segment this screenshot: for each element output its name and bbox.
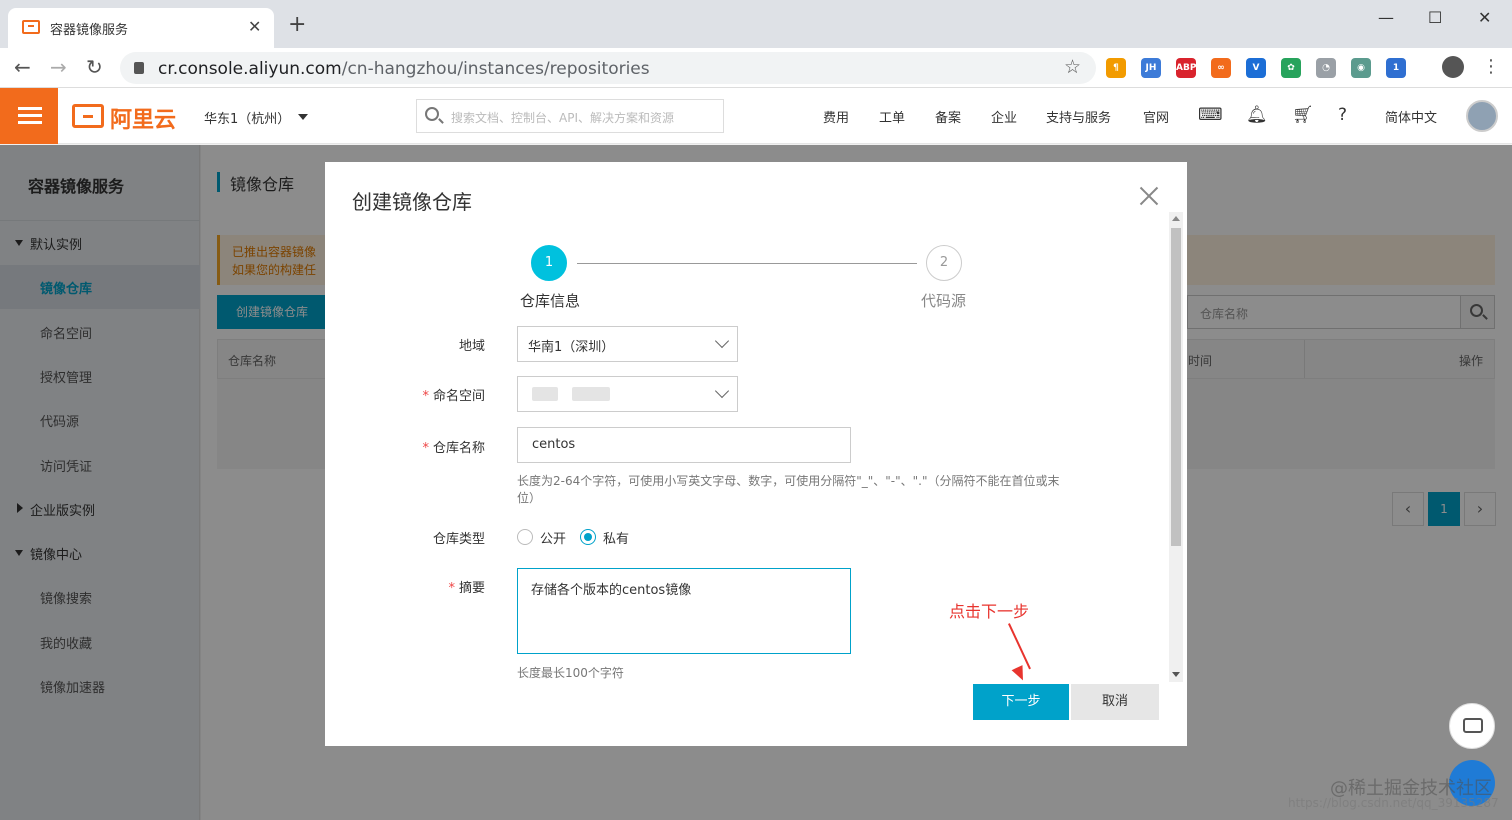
step-2-label: 代码源	[921, 292, 967, 310]
aliyun-logo-mark-icon	[72, 104, 104, 128]
step-connector	[577, 263, 917, 264]
summary-textarea[interactable]: 存储各个版本的centos镜像	[517, 568, 851, 654]
search-icon	[425, 107, 439, 121]
jh-ext-icon[interactable]: JH	[1141, 58, 1161, 78]
repo-type-label: 仓库类型	[432, 532, 485, 547]
region-selector[interactable]: 华东1（杭州）	[204, 108, 290, 127]
watermark-url: https://blog.csdn.net/qq_39135287	[1288, 796, 1499, 810]
chevron-down-icon	[714, 383, 730, 399]
annotation-arrow-head-icon	[1011, 665, 1029, 683]
terminal-icon[interactable]: ⌨	[1198, 105, 1223, 125]
owl-ext-icon[interactable]: ◉	[1351, 58, 1371, 78]
new-tab-icon[interactable]: +	[288, 14, 306, 36]
nav-tickets[interactable]: 工单	[879, 107, 905, 126]
aliyun-favicon-icon	[22, 20, 40, 34]
minimize-icon[interactable]: —	[1378, 8, 1394, 27]
tab-title: 容器镜像服务	[50, 23, 129, 38]
chat-button[interactable]	[1449, 703, 1495, 749]
nav-filing[interactable]: 备案	[935, 107, 961, 126]
step-1-indicator: 1	[531, 245, 567, 281]
badge-ext-icon[interactable]: 1	[1386, 58, 1406, 78]
create-repo-dialog: 创建镜像仓库 1 2 仓库信息 代码源 地域 华南1（深圳） * 命名空间 * 仓库…	[325, 162, 1187, 746]
language-selector[interactable]: 简体中文	[1385, 107, 1437, 126]
click-next-annotation: 点击下一步	[949, 602, 1030, 621]
forward-icon[interactable]: →	[50, 56, 67, 78]
next-step-button[interactable]: 下一步	[973, 684, 1069, 720]
region-label: 地域	[458, 339, 485, 354]
avatar[interactable]	[1466, 100, 1498, 132]
redacted-value	[532, 387, 558, 401]
cancel-button[interactable]: 取消	[1071, 684, 1159, 720]
redacted-value	[572, 387, 610, 401]
nav-official-site[interactable]: 官网	[1143, 107, 1169, 126]
radio-public[interactable]	[517, 529, 533, 545]
nav-enterprise[interactable]: 企业	[991, 107, 1017, 126]
scroll-down-icon[interactable]	[1172, 672, 1180, 677]
browser-tab-bar: 容器镜像服务 ✕ + — ☐ ✕	[0, 0, 1512, 48]
dialog-scrollbar[interactable]	[1169, 212, 1183, 682]
global-search-input[interactable]: 搜索文档、控制台、API、解决方案和资源	[416, 99, 724, 133]
repo-name-label: * 仓库名称	[422, 441, 485, 456]
step-1-label: 仓库信息	[520, 292, 581, 310]
nav-support[interactable]: 支持与服务	[1046, 107, 1111, 126]
chat-icon	[1463, 718, 1483, 733]
annotation-arrow	[1008, 623, 1031, 670]
bookmark-star-icon[interactable]: ☆	[1064, 56, 1081, 78]
bell-icon[interactable]: 🔔︎	[1246, 105, 1268, 125]
tab-close-icon[interactable]: ✕	[248, 17, 261, 36]
reload-icon[interactable]: ↻	[86, 56, 103, 78]
cart-icon[interactable]: 🛒︎	[1292, 105, 1314, 125]
namespace-label: * 命名空间	[422, 389, 485, 404]
console-header: 阿里云 华东1（杭州） 搜索文档、控制台、API、解决方案和资源 费用 工单 备…	[0, 88, 1512, 144]
region-caret-icon[interactable]	[298, 114, 308, 120]
paragraph-ext-icon[interactable]: ¶	[1106, 58, 1126, 78]
v-ext-icon[interactable]: V	[1246, 58, 1266, 78]
help-icon[interactable]: ?	[1338, 105, 1347, 125]
hamburger-menu-icon[interactable]	[0, 88, 58, 144]
namespace-select[interactable]	[517, 376, 738, 412]
browser-menu-icon[interactable]: ⋮	[1482, 56, 1500, 77]
dialog-close-icon[interactable]	[1137, 184, 1161, 208]
region-select[interactable]: 华南1（深圳）	[517, 326, 738, 362]
chevron-down-icon	[714, 333, 730, 349]
green-ext-icon[interactable]: ✿	[1281, 58, 1301, 78]
maximize-icon[interactable]: ☐	[1428, 8, 1442, 27]
repo-name-hint: 长度为2-64个字符，可使用小写英文字母、数字，可使用分隔符"_"、"-"、".…	[517, 474, 1060, 505]
browser-tab[interactable]: 容器镜像服务 ✕	[8, 8, 274, 48]
profile-icon[interactable]	[1442, 56, 1464, 78]
step-2-indicator: 2	[926, 245, 962, 281]
back-icon[interactable]: ←	[14, 56, 31, 78]
repo-name-input[interactable]: centos	[517, 427, 851, 463]
address-bar[interactable]: cr.console.aliyun.com/cn-hangzhou/instan…	[120, 52, 1096, 84]
summary-hint: 长度最长100个字符	[517, 666, 624, 680]
dialog-title: 创建镜像仓库	[352, 190, 472, 214]
summary-label: * 摘要	[448, 581, 485, 596]
abp-ext-icon[interactable]: ABP	[1176, 58, 1196, 78]
url-text: cr.console.aliyun.com/cn-hangzhou/instan…	[158, 59, 650, 79]
window-close-icon[interactable]: ✕	[1478, 8, 1491, 27]
gray-ext-icon[interactable]: ◔	[1316, 58, 1336, 78]
scroll-thumb[interactable]	[1171, 228, 1181, 546]
radio-private-label[interactable]: 私有	[603, 528, 629, 547]
infinity-ext-icon[interactable]: ∞	[1211, 58, 1231, 78]
lock-icon	[134, 62, 144, 74]
scroll-up-icon[interactable]	[1172, 216, 1180, 221]
browser-toolbar: ← → ↻ cr.console.aliyun.com/cn-hangzhou/…	[0, 48, 1512, 88]
nav-fees[interactable]: 费用	[823, 107, 849, 126]
radio-private[interactable]	[580, 529, 596, 545]
radio-public-label[interactable]: 公开	[540, 528, 566, 547]
